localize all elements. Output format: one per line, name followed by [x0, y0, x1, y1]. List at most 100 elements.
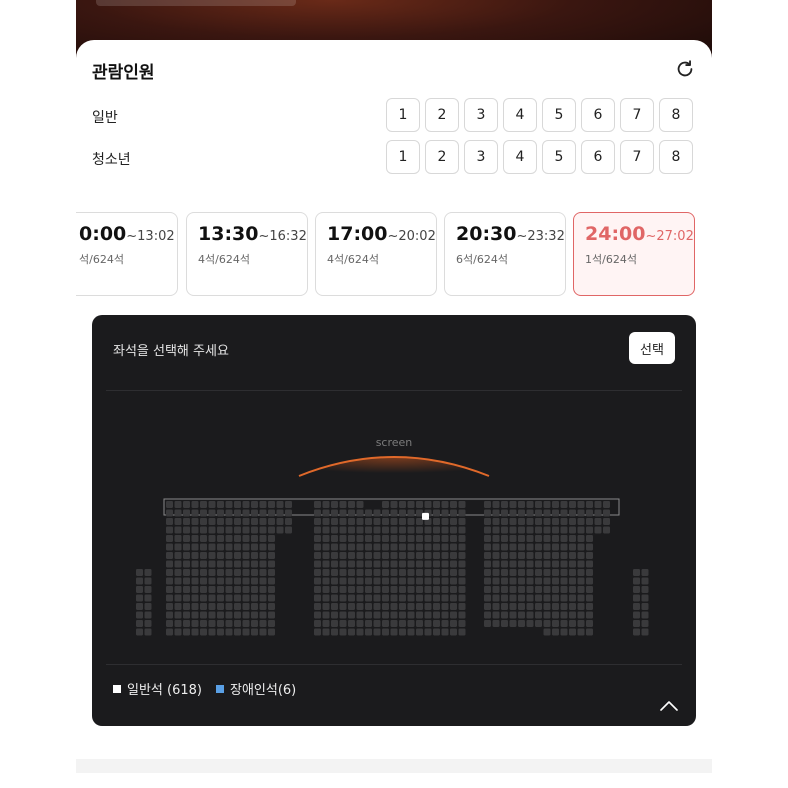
- seat[interactable]: [518, 594, 525, 602]
- seat[interactable]: [535, 501, 542, 508]
- seat[interactable]: [314, 586, 321, 593]
- seat[interactable]: [586, 628, 593, 636]
- seat[interactable]: [577, 535, 585, 542]
- seat[interactable]: [225, 526, 233, 534]
- showtime-card[interactable]: 13:30~16:32 4석/624석: [186, 212, 308, 296]
- seat[interactable]: [569, 535, 576, 542]
- seat[interactable]: [569, 620, 576, 627]
- seat[interactable]: [259, 518, 267, 525]
- seat[interactable]: [136, 628, 143, 636]
- seat[interactable]: [251, 628, 258, 636]
- seat[interactable]: [577, 526, 585, 534]
- seat[interactable]: [251, 526, 258, 534]
- seat[interactable]: [217, 518, 224, 525]
- seat[interactable]: [416, 535, 423, 542]
- seat[interactable]: [174, 501, 182, 508]
- seat[interactable]: [450, 501, 457, 508]
- seat[interactable]: [577, 586, 585, 593]
- seat[interactable]: [339, 560, 347, 568]
- seat[interactable]: [365, 518, 372, 525]
- general-count-8[interactable]: 8: [659, 98, 693, 132]
- seat[interactable]: [259, 628, 267, 636]
- seat[interactable]: [314, 611, 321, 619]
- seat[interactable]: [356, 509, 364, 517]
- youth-count-4[interactable]: 4: [503, 140, 537, 174]
- seat[interactable]: [560, 535, 568, 542]
- seat[interactable]: [560, 501, 568, 508]
- seat[interactable]: [633, 603, 640, 610]
- seat[interactable]: [390, 620, 398, 627]
- seat[interactable]: [348, 501, 355, 508]
- seat[interactable]: [183, 611, 190, 619]
- seat[interactable]: [424, 501, 432, 508]
- seat[interactable]: [373, 509, 381, 517]
- seat[interactable]: [382, 611, 389, 619]
- seat[interactable]: [484, 543, 491, 551]
- seat[interactable]: [399, 628, 406, 636]
- seat[interactable]: [518, 586, 525, 593]
- seat[interactable]: [407, 501, 415, 508]
- general-count-7[interactable]: 7: [620, 98, 654, 132]
- seat[interactable]: [441, 518, 449, 525]
- seat[interactable]: [586, 620, 593, 627]
- seat[interactable]: [208, 552, 216, 559]
- seat[interactable]: [407, 620, 415, 627]
- seat[interactable]: [501, 560, 508, 568]
- seat[interactable]: [535, 509, 542, 517]
- seat[interactable]: [242, 586, 250, 593]
- youth-count-3[interactable]: 3: [464, 140, 498, 174]
- seat[interactable]: [577, 577, 585, 585]
- seat[interactable]: [586, 569, 593, 576]
- seat[interactable]: [242, 594, 250, 602]
- seat[interactable]: [543, 586, 551, 593]
- seat[interactable]: [433, 509, 440, 517]
- seat[interactable]: [242, 603, 250, 610]
- seat[interactable]: [641, 569, 649, 576]
- seat[interactable]: [348, 620, 355, 627]
- seat[interactable]: [144, 577, 152, 585]
- seat[interactable]: [314, 594, 321, 602]
- seat[interactable]: [373, 577, 381, 585]
- seat[interactable]: [268, 543, 275, 551]
- seat[interactable]: [492, 569, 500, 576]
- seat[interactable]: [492, 620, 500, 627]
- seat[interactable]: [458, 628, 466, 636]
- seat[interactable]: [200, 518, 207, 525]
- seat[interactable]: [569, 526, 576, 534]
- seat[interactable]: [390, 603, 398, 610]
- seat[interactable]: [560, 526, 568, 534]
- seat[interactable]: [390, 577, 398, 585]
- seat[interactable]: [259, 620, 267, 627]
- seat[interactable]: [144, 569, 152, 576]
- seat[interactable]: [569, 611, 576, 619]
- seat[interactable]: [166, 509, 173, 517]
- seat[interactable]: [208, 569, 216, 576]
- seat[interactable]: [191, 509, 199, 517]
- seat[interactable]: [543, 509, 551, 517]
- seat[interactable]: [242, 526, 250, 534]
- seat[interactable]: [603, 518, 610, 525]
- seat[interactable]: [234, 586, 241, 593]
- seat[interactable]: [543, 501, 551, 508]
- seat[interactable]: [339, 543, 347, 551]
- seat[interactable]: [251, 535, 258, 542]
- general-count-5[interactable]: 5: [542, 98, 576, 132]
- seat[interactable]: [348, 577, 355, 585]
- seat[interactable]: [382, 586, 389, 593]
- seat[interactable]: [191, 577, 199, 585]
- seat[interactable]: [225, 552, 233, 559]
- seat[interactable]: [518, 611, 525, 619]
- seat[interactable]: [603, 526, 610, 534]
- seat[interactable]: [225, 594, 233, 602]
- seat[interactable]: [382, 509, 389, 517]
- seat[interactable]: [390, 552, 398, 559]
- seat[interactable]: [382, 603, 389, 610]
- seat[interactable]: [208, 586, 216, 593]
- seat[interactable]: [535, 620, 542, 627]
- seat[interactable]: [543, 594, 551, 602]
- seat[interactable]: [200, 535, 207, 542]
- seat[interactable]: [322, 611, 330, 619]
- seat[interactable]: [458, 526, 466, 534]
- seat[interactable]: [526, 594, 534, 602]
- seat[interactable]: [174, 603, 182, 610]
